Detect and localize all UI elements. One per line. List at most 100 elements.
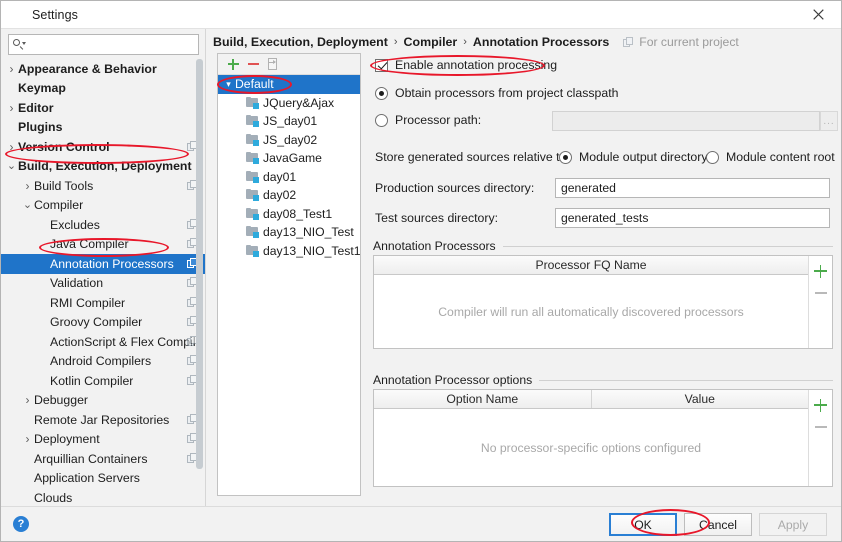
module-icon (246, 208, 259, 220)
processor-options-table[interactable]: Option Name Value No processor-specific … (373, 389, 833, 487)
sidebar-item-validation[interactable]: Validation (1, 274, 206, 294)
remove-option-button[interactable] (811, 416, 831, 438)
add-profile-button[interactable] (223, 55, 243, 73)
sidebar-item-java-compiler[interactable]: Java Compiler (1, 235, 206, 255)
move-to-profile-button[interactable] (263, 55, 283, 73)
chevron-down-icon[interactable]: ⌄ (5, 163, 18, 169)
module-output-directory-label: Module output directory (579, 150, 708, 164)
processor-path-browse-button[interactable]: ... (820, 111, 838, 131)
sidebar-item-build-tools[interactable]: ›Build Tools (1, 176, 206, 196)
sidebar-item-version-control[interactable]: ›Version Control (1, 137, 206, 157)
processors-table-body[interactable]: Compiler will run all automatically disc… (374, 275, 808, 348)
settings-tree[interactable]: ›Appearance & Behavior Keymap›Editor Plu… (1, 59, 206, 507)
search-input[interactable] (29, 37, 189, 53)
sidebar-item-debugger[interactable]: ›Debugger (1, 391, 206, 411)
obtain-from-classpath-row[interactable]: Obtain processors from project classpath (375, 86, 619, 100)
remove-profile-button[interactable] (243, 55, 263, 73)
profile-module-row[interactable]: day01 (218, 168, 360, 187)
sidebar-item-application-servers[interactable]: Application Servers (1, 469, 206, 489)
enable-annotation-processing-label: Enable annotation processing (395, 58, 557, 72)
sidebar-item-build-execution-deployment[interactable]: ⌄Build, Execution, Deployment (1, 157, 206, 177)
module-icon (246, 152, 259, 164)
sidebar-item-compiler[interactable]: ⌄Compiler (1, 196, 206, 216)
chevron-right-icon[interactable]: › (5, 141, 18, 153)
profile-module-row[interactable]: day08_Test1 (218, 205, 360, 224)
sidebar-item-editor[interactable]: ›Editor (1, 98, 206, 118)
sidebar-scrollbar-thumb[interactable] (196, 59, 203, 469)
apply-button[interactable]: Apply (759, 513, 827, 536)
close-icon[interactable] (796, 1, 841, 28)
option-name-column-header[interactable]: Option Name (374, 390, 592, 408)
sidebar-item-appearance-behavior[interactable]: ›Appearance & Behavior (1, 59, 206, 79)
enable-annotation-processing-row[interactable]: Enable annotation processing (375, 58, 557, 72)
profile-module-row[interactable]: day13_NIO_Test1 (218, 242, 360, 261)
module-icon (246, 189, 259, 201)
profile-list[interactable]: ▾ Default JQuery&Ajax JS_day01JS_day02Jav… (218, 75, 360, 260)
sidebar-item-deployment[interactable]: ›Deployment (1, 430, 206, 450)
profile-module-row[interactable]: JavaGame (218, 149, 360, 168)
add-option-button[interactable] (811, 394, 831, 416)
sidebar-item-remote-jar-repositories[interactable]: Remote Jar Repositories (1, 410, 206, 430)
processor-path-radio[interactable] (375, 114, 388, 127)
processor-path-row[interactable]: Processor path: (375, 113, 481, 127)
sidebar-item-groovy-compiler[interactable]: Groovy Compiler (1, 313, 206, 333)
chevron-right-icon[interactable]: › (21, 394, 34, 406)
remove-processor-button[interactable] (811, 282, 831, 304)
options-table-body[interactable]: No processor-specific options configured (374, 409, 808, 486)
processor-path-input[interactable] (552, 111, 820, 131)
sidebar-item-clouds[interactable]: Clouds (1, 488, 206, 507)
profile-module-row[interactable]: day13_NIO_Test (218, 223, 360, 242)
tree-spacer (37, 240, 50, 249)
profile-module-row[interactable]: JQuery&Ajax (218, 94, 360, 113)
tree-spacer (5, 123, 18, 132)
production-sources-input[interactable] (555, 178, 830, 198)
sidebar-item-kotlin-compiler[interactable]: Kotlin Compiler (1, 371, 206, 391)
chevron-right-icon[interactable]: › (5, 102, 18, 114)
settings-sidebar: ›Appearance & Behavior Keymap›Editor Plu… (1, 29, 206, 507)
annotation-processors-table[interactable]: Processor FQ Name Compiler will run all … (373, 255, 833, 349)
chevron-down-icon: ▾ (222, 80, 235, 89)
obtain-from-classpath-radio[interactable] (375, 87, 388, 100)
module-output-directory-row[interactable]: Module output directory (559, 150, 708, 164)
sidebar-item-actionscript-flex-compil[interactable]: ActionScript & Flex Compil (1, 332, 206, 352)
sidebar-item-excludes[interactable]: Excludes (1, 215, 206, 235)
module-output-directory-radio[interactable] (559, 151, 572, 164)
ok-button[interactable]: OK (609, 513, 677, 536)
sidebar-item-plugins[interactable]: Plugins (1, 118, 206, 138)
sidebar-item-android-compilers[interactable]: Android Compilers (1, 352, 206, 372)
processors-column-header[interactable]: Processor FQ Name (374, 256, 808, 274)
module-content-root-radio[interactable] (706, 151, 719, 164)
sidebar-scrollbar[interactable] (196, 59, 203, 507)
minus-icon (248, 63, 259, 65)
enable-annotation-processing-checkbox[interactable] (375, 59, 388, 72)
chevron-down-icon[interactable]: ⌄ (21, 202, 34, 208)
breadcrumb: Build, Execution, Deployment › Compiler … (213, 33, 739, 51)
sidebar-item-keymap[interactable]: Keymap (1, 79, 206, 99)
breadcrumb-part-1[interactable]: Build, Execution, Deployment (213, 35, 388, 49)
profile-module-row[interactable]: day02 (218, 186, 360, 205)
add-processor-button[interactable] (811, 260, 831, 282)
help-icon[interactable]: ? (13, 516, 29, 532)
search-box[interactable] (8, 34, 199, 55)
cancel-button[interactable]: Cancel (684, 513, 752, 536)
chevron-right-icon[interactable]: › (21, 433, 34, 445)
profile-module-row[interactable]: JS_day01 (218, 112, 360, 131)
chevron-right-icon[interactable]: › (21, 180, 34, 192)
module-content-root-row[interactable]: Module content root (706, 150, 835, 164)
test-sources-input[interactable] (555, 208, 830, 228)
annotation-processors-pane: Enable annotation processing Obtain proc… (369, 53, 837, 496)
sidebar-item-label: ActionScript & Flex Compil (50, 335, 196, 349)
profile-row-default[interactable]: ▾ Default (218, 75, 360, 94)
sidebar-item-annotation-processors[interactable]: Annotation Processors (1, 254, 206, 274)
breadcrumb-part-2[interactable]: Compiler (404, 35, 458, 49)
module-label: JQuery&Ajax (263, 96, 334, 110)
sidebar-item-arquillian-containers[interactable]: Arquillian Containers (1, 449, 206, 469)
option-value-column-header[interactable]: Value (592, 390, 809, 408)
module-label: day13_NIO_Test1 (263, 244, 361, 258)
sidebar-item-label: Build Tools (34, 179, 93, 193)
sidebar-item-label: RMI Compiler (50, 296, 125, 310)
chevron-right-icon[interactable]: › (5, 63, 18, 75)
sidebar-item-rmi-compiler[interactable]: RMI Compiler (1, 293, 206, 313)
profile-module-row[interactable]: JS_day02 (218, 131, 360, 150)
processors-table-header: Processor FQ Name (374, 256, 808, 275)
